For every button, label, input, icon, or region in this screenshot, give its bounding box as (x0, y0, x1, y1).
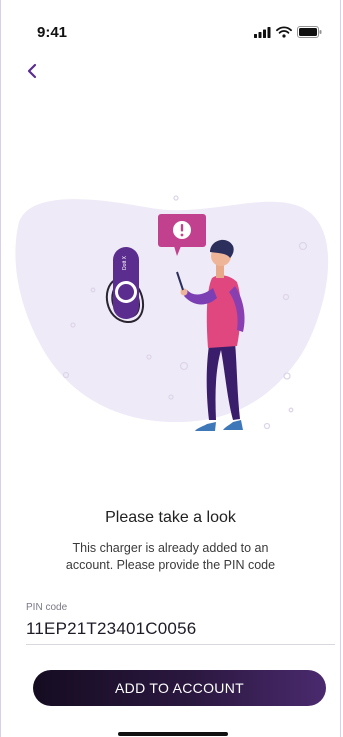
device-label: Dott X (122, 255, 128, 270)
page-title: Please take a look (105, 509, 236, 526)
wifi-icon (276, 26, 292, 38)
home-indicator (118, 732, 228, 736)
pin-field-value[interactable]: 11EP21T23401C0056 (26, 619, 196, 639)
chevron-left-icon (27, 63, 37, 79)
charger-illustration: Dott X (15, 195, 329, 431)
add-to-account-button[interactable]: ADD TO ACCOUNT (33, 670, 326, 706)
status-time: 9:41 (37, 24, 68, 41)
status-icons (254, 26, 322, 38)
signal-icon (254, 26, 271, 38)
info-description: This charger is already added to an acco… (65, 541, 276, 572)
screen: 9:41 Dott X Please take a look This char… (0, 0, 341, 737)
battery-icon (297, 26, 322, 38)
back-button[interactable] (19, 58, 45, 84)
status-bar: 9:41 (1, 0, 340, 50)
pin-field-underline (26, 644, 335, 645)
pin-field-label: PIN code (26, 602, 68, 613)
